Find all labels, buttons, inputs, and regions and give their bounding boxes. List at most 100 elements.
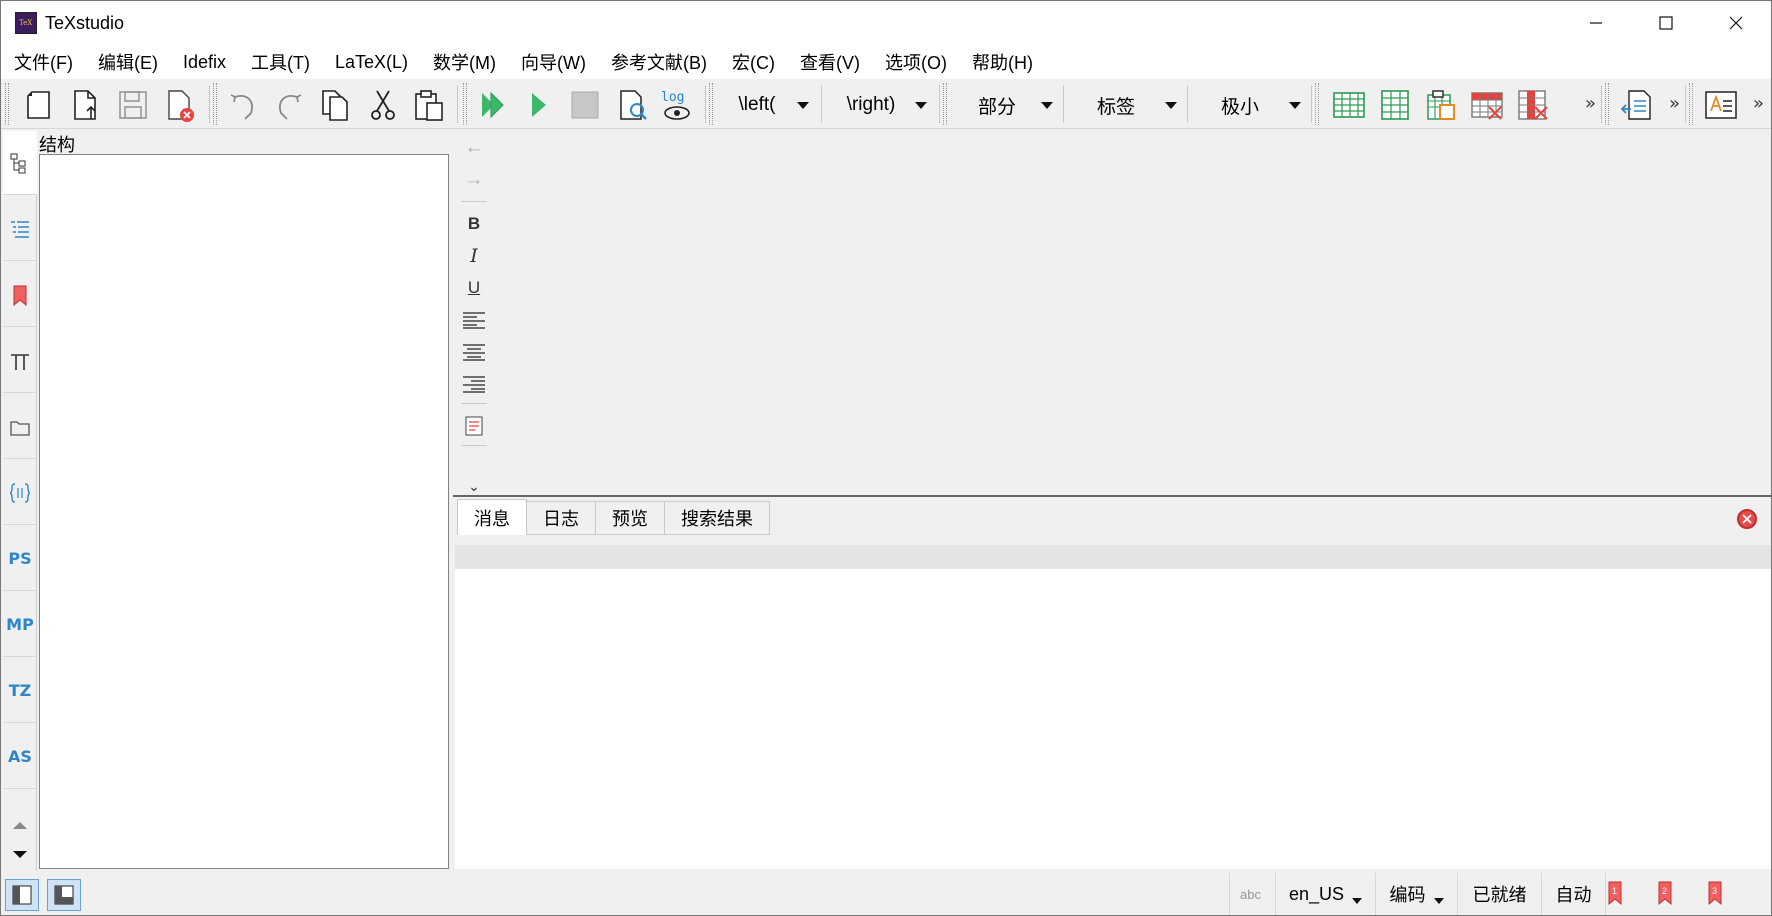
sidebar-scroll-down-button[interactable] (7, 843, 33, 867)
sidebar-tab-structure[interactable] (3, 131, 37, 195)
tab-messages[interactable]: 消息 (457, 499, 527, 535)
build-and-view-button[interactable] (473, 85, 513, 125)
maximize-button[interactable] (1631, 1, 1701, 45)
align-left-button[interactable] (459, 305, 489, 335)
tab-search-results[interactable]: 搜索结果 (665, 501, 770, 535)
menu-math[interactable]: 数学(M) (424, 49, 505, 75)
new-file-icon (27, 91, 50, 119)
back-button[interactable]: ← (459, 133, 489, 163)
mode-indicator[interactable]: 自动 (1541, 873, 1605, 915)
view-pdf-button[interactable] (613, 85, 653, 125)
label-combo[interactable]: 标签 (1067, 87, 1185, 123)
underline-button[interactable]: U (459, 273, 489, 303)
sidebar-tab-symbols[interactable] (3, 329, 37, 393)
forward-button[interactable]: → (459, 165, 489, 195)
section-combo[interactable]: 部分 (953, 87, 1061, 123)
menu-wizards[interactable]: 向导(W) (512, 49, 595, 75)
toolbar-grip[interactable] (1605, 83, 1609, 125)
scroll-down-icon (13, 851, 27, 858)
stop-compile-button[interactable] (565, 85, 605, 125)
close-document-button[interactable] (159, 85, 199, 125)
insert-env-button[interactable] (459, 411, 489, 441)
sidebar-tab-files[interactable] (3, 395, 37, 459)
toolbar-grip[interactable] (709, 83, 713, 125)
menu-latex[interactable]: LaTeX(L) (326, 52, 417, 73)
language-selector[interactable]: en_US (1275, 873, 1375, 915)
diff-button[interactable] (1617, 85, 1657, 125)
sidebar-tab-toc[interactable] (3, 197, 37, 261)
menu-help[interactable]: 帮助(H) (963, 49, 1042, 75)
undo-button[interactable] (223, 85, 263, 125)
sidebar-tab-braces[interactable] (3, 461, 37, 525)
toolbar-grip[interactable] (1315, 83, 1319, 125)
save-button[interactable] (113, 85, 153, 125)
close-message-panel-button[interactable] (1737, 509, 1757, 529)
toolbar-separator (1063, 85, 1064, 123)
menu-idefix[interactable]: Idefix (174, 52, 235, 73)
table-delete-row-icon (1471, 92, 1503, 120)
menu-edit[interactable]: 编辑(E) (89, 49, 167, 75)
paste-table-button[interactable] (1421, 85, 1461, 125)
menu-file[interactable]: 文件(F) (5, 49, 82, 75)
menu-options[interactable]: 选项(O) (876, 49, 956, 75)
message-panel-divider[interactable] (453, 495, 1771, 497)
tab-preview[interactable]: 预览 (596, 501, 665, 535)
bookmark-2-icon[interactable]: 2 (1657, 881, 1673, 905)
mode-label: 自动 (1555, 885, 1592, 905)
right-delimiter-combo[interactable]: \right) (827, 87, 935, 123)
view-log-button[interactable]: log (657, 85, 697, 125)
close-button[interactable] (1701, 1, 1771, 45)
braces-icon (9, 482, 31, 503)
sidebar-tab-pstricks[interactable]: PS (3, 527, 37, 591)
add-column-button[interactable] (1375, 85, 1415, 125)
toolbar-grip[interactable] (5, 83, 9, 125)
sidebar-scroll-up-button[interactable] (7, 813, 33, 837)
menu-view[interactable]: 查看(V) (791, 49, 869, 75)
menu-tools[interactable]: 工具(T) (242, 49, 319, 75)
menu-bibliography[interactable]: 参考文献(B) (602, 49, 716, 75)
spellcheck-toggle[interactable]: abc (1229, 873, 1275, 915)
tab-log[interactable]: 日志 (527, 501, 596, 535)
compile-button[interactable] (519, 85, 559, 125)
structure-tree[interactable] (39, 154, 449, 869)
format-text-button[interactable] (1701, 85, 1741, 125)
toolbar-overflow-button[interactable]: » (1753, 93, 1764, 114)
redo-button[interactable] (269, 85, 309, 125)
sidebar-tab-metapost[interactable]: MP (3, 593, 37, 657)
toggle-messages-button[interactable] (47, 879, 81, 911)
toolbar-overflow-button[interactable]: » (1669, 93, 1680, 114)
save-icon (119, 91, 147, 119)
paste-button[interactable] (409, 85, 449, 125)
new-file-button[interactable] (19, 85, 59, 125)
left-delimiter-combo[interactable]: \left( (717, 87, 817, 123)
bookmark-3-icon[interactable]: 3 (1707, 881, 1723, 905)
bookmark-1-icon[interactable]: 1 (1607, 881, 1623, 905)
toolbar-grip[interactable] (213, 83, 217, 125)
toolbar-overflow-button[interactable]: » (1585, 93, 1596, 114)
copy-button[interactable] (315, 85, 355, 125)
toggle-sidebar-button[interactable] (5, 879, 39, 911)
align-left-icon (463, 312, 485, 329)
align-center-button[interactable] (459, 337, 489, 367)
font-size-combo[interactable]: 极小 (1191, 87, 1309, 123)
new-from-template-button[interactable] (65, 85, 105, 125)
align-right-button[interactable] (459, 369, 489, 399)
delete-column-button[interactable] (1513, 85, 1553, 125)
toolbar-grip[interactable] (943, 83, 947, 125)
sidebar-tab-asymptote[interactable]: AS (3, 725, 37, 789)
toolbar-grip[interactable] (463, 83, 467, 125)
toolbar-grip[interactable] (1689, 83, 1693, 125)
delete-row-button[interactable] (1467, 85, 1507, 125)
minimize-icon (1590, 22, 1602, 24)
minimize-button[interactable] (1561, 1, 1631, 45)
encoding-selector[interactable]: 编码 (1375, 873, 1457, 915)
bottom-panel-layout-icon (54, 885, 74, 905)
sidebar-tab-bookmarks[interactable] (3, 263, 37, 327)
italic-button[interactable]: I (459, 241, 489, 271)
menu-macros[interactable]: 宏(C) (723, 49, 784, 75)
cut-button[interactable] (363, 85, 403, 125)
message-list[interactable] (455, 569, 1771, 869)
bold-button[interactable]: B (459, 209, 489, 239)
insert-table-button[interactable] (1329, 85, 1369, 125)
sidebar-tab-tikz[interactable]: TZ (3, 659, 37, 723)
